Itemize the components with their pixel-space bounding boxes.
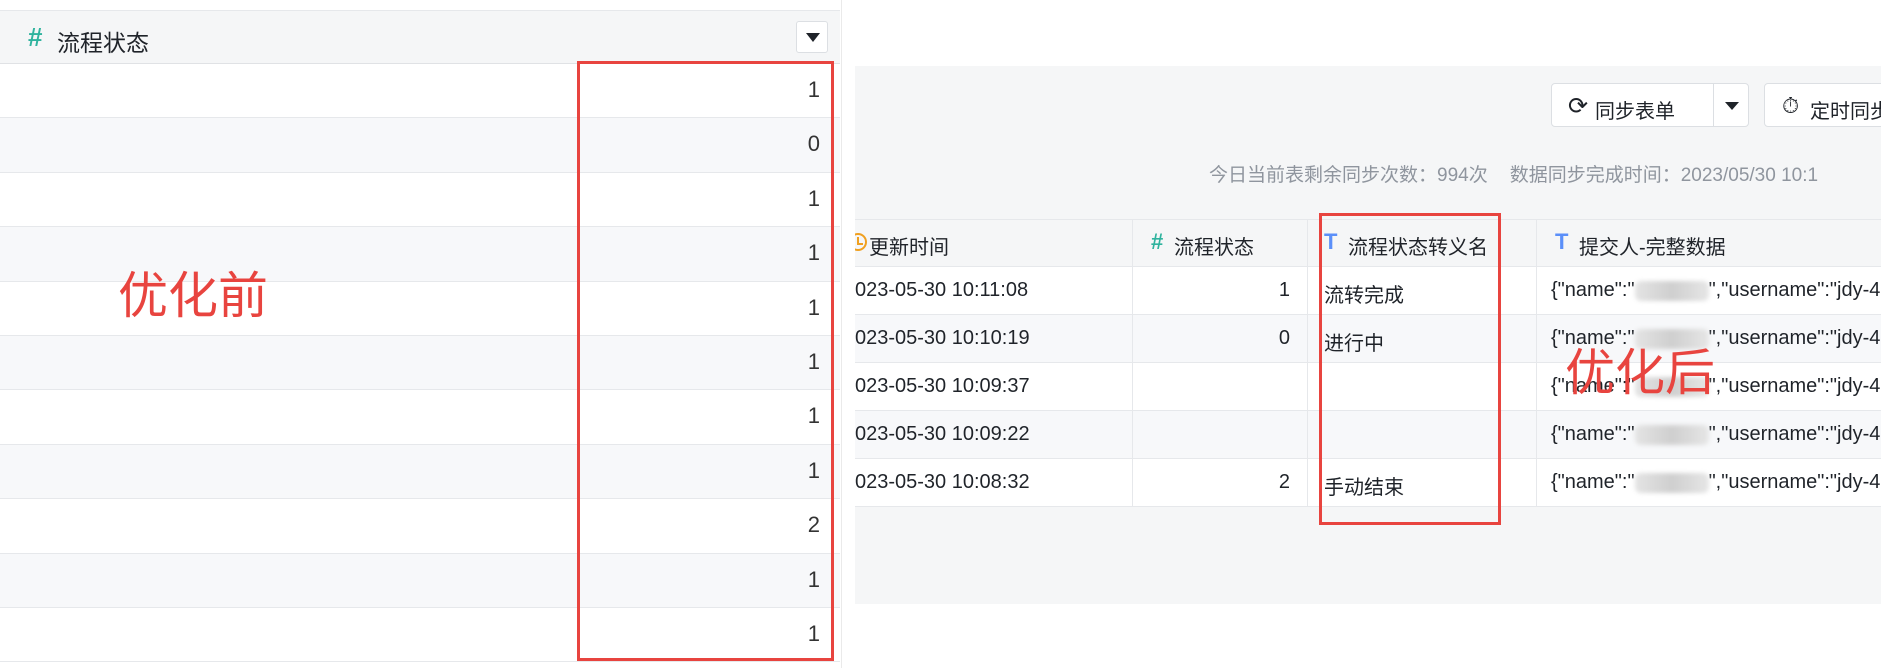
scheduled-sync-label: 定时同步 <box>1810 101 1881 123</box>
scheduled-sync-button[interactable]: ⏱ 定时同步 <box>1764 83 1881 127</box>
update-time-cell[interactable]: 023-05-30 10:10:19 <box>855 315 1133 363</box>
column-header-submitter[interactable]: T 提交人-完整数据 <box>1537 220 1881 268</box>
refresh-icon: ⟳ <box>1568 93 1589 120</box>
redacted-name <box>1634 424 1709 445</box>
update-time-value: 023-05-30 10:11:08 <box>855 279 1029 301</box>
status-value: 2 <box>1278 471 1290 493</box>
column-header-label: 流程状态 <box>57 30 149 56</box>
status-cell[interactable]: 1 <box>1133 267 1308 315</box>
clock-icon <box>855 233 867 251</box>
caret-down-icon <box>1725 102 1739 110</box>
submitter-cell[interactable]: {"name":" ","username":"jdy-4 <box>1537 411 1881 459</box>
caret-down-icon <box>806 33 820 42</box>
update-time-cell[interactable]: 023-05-30 10:09:37 <box>855 363 1133 411</box>
update-time-cell[interactable]: 023-05-30 10:08:32 <box>855 459 1133 507</box>
redacted-name <box>1634 280 1709 301</box>
remaining-sync-count: 今日当前表剩余同步次数：994次 <box>1209 165 1488 186</box>
column-menu-dropdown[interactable] <box>796 21 828 53</box>
annotation-before: 优化前 <box>118 268 268 324</box>
redacted-name <box>1634 472 1709 493</box>
submitter-json-prefix: {"name":" <box>1551 279 1635 301</box>
update-time-cell[interactable]: 023-05-30 10:11:08 <box>855 267 1133 315</box>
text-icon: T <box>1555 229 1569 254</box>
submitter-json-prefix: {"name":" <box>1551 423 1635 445</box>
submitter-json-suffix: ","username":"jdy-4 <box>1708 471 1881 493</box>
column-header-label: 提交人-完整数据 <box>1579 237 1726 259</box>
column-header-label: 流程状态 <box>1174 237 1254 259</box>
submitter-cell[interactable]: {"name":" ","username":"jdy-4 <box>1537 267 1881 315</box>
column-header-process-status[interactable]: # 流程状态 <box>0 10 840 64</box>
sync-form-label: 同步表单 <box>1595 101 1675 123</box>
hash-icon: # <box>1151 229 1164 254</box>
sync-info-text: 今日当前表剩余同步次数：994次 数据同步完成时间：2023/05/30 10:1 <box>1209 160 1818 187</box>
highlight-box-after <box>1319 213 1501 525</box>
highlight-box-before <box>577 61 834 661</box>
sync-form-button[interactable]: ⟳ 同步表单 <box>1551 83 1715 127</box>
sync-completed-time: 数据同步完成时间：2023/05/30 10:1 <box>1509 165 1819 186</box>
column-header-label: 更新时间 <box>869 237 949 259</box>
update-time-cell[interactable]: 023-05-30 10:09:22 <box>855 411 1133 459</box>
status-cell[interactable]: 2 <box>1133 459 1308 507</box>
submitter-json-suffix: ","username":"jdy-4 <box>1708 423 1881 445</box>
status-cell[interactable] <box>1133 363 1308 411</box>
status-value: 0 <box>1278 327 1290 349</box>
update-time-value: 023-05-30 10:08:32 <box>855 471 1030 493</box>
status-value: 1 <box>1278 279 1290 301</box>
update-time-value: 023-05-30 10:09:37 <box>855 375 1030 397</box>
status-cell[interactable] <box>1133 411 1308 459</box>
hash-icon: # <box>28 22 43 52</box>
submitter-json-prefix: {"name":" <box>1551 471 1635 493</box>
submitter-cell[interactable]: {"name":" ","username":"jdy-4 <box>1537 459 1881 507</box>
submitter-json-suffix: ","username":"jdy-4 <box>1708 279 1881 301</box>
annotation-after: 优化后 <box>1565 345 1715 401</box>
sync-options-dropdown[interactable] <box>1713 83 1749 127</box>
stopwatch-icon: ⏱ <box>1782 93 1800 118</box>
submitter-json-suffix: ","username":"jdy-4 <box>1708 375 1881 397</box>
column-header-update-time[interactable]: 更新时间 <box>855 220 1133 268</box>
update-time-value: 023-05-30 10:09:22 <box>855 423 1030 445</box>
status-cell[interactable]: 0 <box>1133 315 1308 363</box>
column-header-process-status[interactable]: # 流程状态 <box>1133 220 1308 268</box>
update-time-value: 023-05-30 10:10:19 <box>855 327 1030 349</box>
submitter-json-suffix: ","username":"jdy-4 <box>1708 327 1881 349</box>
